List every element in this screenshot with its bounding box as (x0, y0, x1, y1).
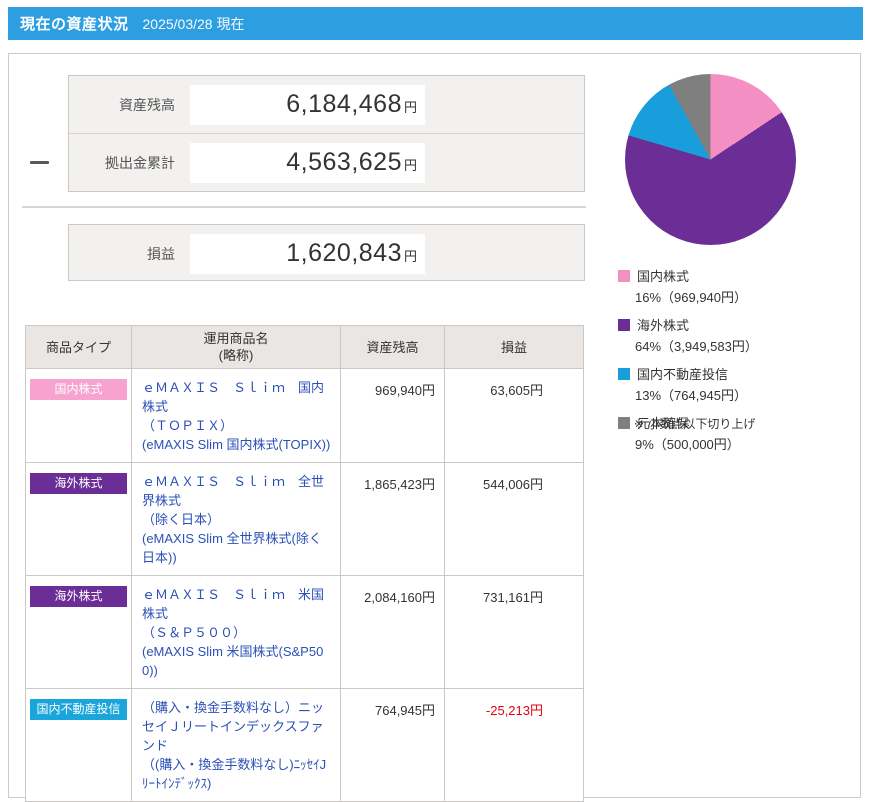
column-header-product-type: 商品タイプ (26, 326, 132, 369)
table-header-row: 商品タイプ 運用商品名 (略称) 資産残高 損益 (26, 326, 584, 369)
product-type-badge: 国内株式 (30, 379, 127, 400)
profit-loss-cell: 63,605円 (445, 369, 584, 463)
table-row: 海外株式 ｅＭＡＸＩＳ Ｓｌｉｍ 全世界株式 （除く日本） (eMAXIS Sl… (26, 463, 584, 576)
legend-value: 64%（3,949,583円） (618, 336, 848, 355)
pie-chart-legend: 国内株式 16%（969,940円） 海外株式 64%（3,949,583円） 国内不動… (618, 266, 848, 462)
allocation-pie-chart (625, 74, 796, 245)
contribution-total-value-box: 4,563,625 円 (190, 143, 425, 183)
legend-swatch (618, 368, 630, 380)
legend-value: 9%（500,000円） (618, 434, 848, 453)
balance-cell: 969,940円 (341, 369, 445, 463)
minus-operator-icon (30, 161, 49, 164)
legend-swatch (618, 270, 630, 282)
rounding-note: ※ 小数点以下切り上げ (634, 415, 755, 432)
as-of-date: 2025/03/28 現在 (143, 14, 245, 34)
legend-label: 国内株式 (637, 266, 689, 285)
legend-label: 海外株式 (637, 315, 689, 334)
fund-name-link[interactable]: ｅＭＡＸＩＳ Ｓｌｉｍ 全世界株式 （除く日本） (eMAXIS Slim 全世… (132, 463, 341, 576)
column-header-product-name: 運用商品名 (略称) (132, 326, 341, 369)
contribution-total-value: 4,563,625 (286, 148, 402, 177)
page-title: 現在の資産状況 (20, 13, 129, 34)
profit-loss-cell: -25,213円 (445, 689, 584, 802)
asset-balance-value: 6,184,468 (286, 90, 402, 119)
fund-name-link[interactable]: （購入・換金手数料なし）ニッセイＪリートインデックスファンド （(購入・換金手数… (132, 689, 341, 802)
fund-name-link[interactable]: ｅＭＡＸＩＳ Ｓｌｉｍ 米国株式 （Ｓ＆Ｐ５００） (eMAXIS Slim 米… (132, 576, 341, 689)
profit-loss-label: 損益 (69, 244, 175, 264)
asset-balance-row: 資産残高 6,184,468 円 (69, 76, 584, 134)
yen-suffix: 円 (404, 246, 417, 265)
legend-value: 13%（764,945円） (618, 385, 848, 404)
balance-cell: 2,084,160円 (341, 576, 445, 689)
product-type-badge: 国内不動産投信 (30, 699, 127, 720)
legend-value: 16%（969,940円） (618, 287, 848, 306)
legend-item: 国内不動産投信 13%（764,945円） (618, 364, 848, 404)
asset-balance-value-box: 6,184,468 円 (190, 85, 425, 125)
profit-loss-cell: 544,006円 (445, 463, 584, 576)
profit-loss-box: 損益 1,620,843 円 (68, 224, 585, 281)
balance-contribution-box: 資産残高 6,184,468 円 拠出金累計 4,563,625 円 (68, 75, 585, 192)
asset-balance-label: 資産残高 (69, 95, 175, 115)
main-panel: 資産残高 6,184,468 円 拠出金累計 4,563,625 円 損益 1,… (8, 53, 861, 798)
yen-suffix: 円 (404, 97, 417, 116)
balance-cell: 764,945円 (341, 689, 445, 802)
profit-loss-value: 1,620,843 (286, 239, 402, 268)
profit-loss-cell: 731,161円 (445, 576, 584, 689)
table-row: 国内不動産投信 （購入・換金手数料なし）ニッセイＪリートインデックスファンド （… (26, 689, 584, 802)
column-header-profit-loss: 損益 (445, 326, 584, 369)
profit-loss-value-box: 1,620,843 円 (190, 234, 425, 274)
legend-swatch (618, 319, 630, 331)
holdings-table: 商品タイプ 運用商品名 (略称) 資産残高 損益 国内株式 ｅＭＡＸＩＳ Ｓｌｉ… (25, 325, 584, 802)
contribution-total-label: 拠出金累計 (69, 153, 175, 173)
asset-status-page: 現在の資産状況 2025/03/28 現在 資産残高 6,184,468 円 拠… (0, 0, 871, 802)
yen-suffix: 円 (404, 155, 417, 174)
equals-divider (22, 206, 586, 208)
fund-name-link[interactable]: ｅＭＡＸＩＳ Ｓｌｉｍ 国内株式 （ＴＯＰＩＸ） (eMAXIS Slim 国内… (132, 369, 341, 463)
table-row: 国内株式 ｅＭＡＸＩＳ Ｓｌｉｍ 国内株式 （ＴＯＰＩＸ） (eMAXIS Sl… (26, 369, 584, 463)
profit-loss-row: 損益 1,620,843 円 (69, 225, 584, 282)
page-title-bar: 現在の資産状況 2025/03/28 現在 (8, 7, 863, 40)
column-header-balance: 資産残高 (341, 326, 445, 369)
product-type-badge: 海外株式 (30, 473, 127, 494)
legend-label: 国内不動産投信 (637, 364, 728, 383)
contribution-total-row: 拠出金累計 4,563,625 円 (69, 134, 584, 191)
table-row: 海外株式 ｅＭＡＸＩＳ Ｓｌｉｍ 米国株式 （Ｓ＆Ｐ５００） (eMAXIS S… (26, 576, 584, 689)
legend-item: 海外株式 64%（3,949,583円） (618, 315, 848, 355)
legend-item: 国内株式 16%（969,940円） (618, 266, 848, 306)
legend-swatch (618, 417, 630, 429)
balance-cell: 1,865,423円 (341, 463, 445, 576)
product-type-badge: 海外株式 (30, 586, 127, 607)
